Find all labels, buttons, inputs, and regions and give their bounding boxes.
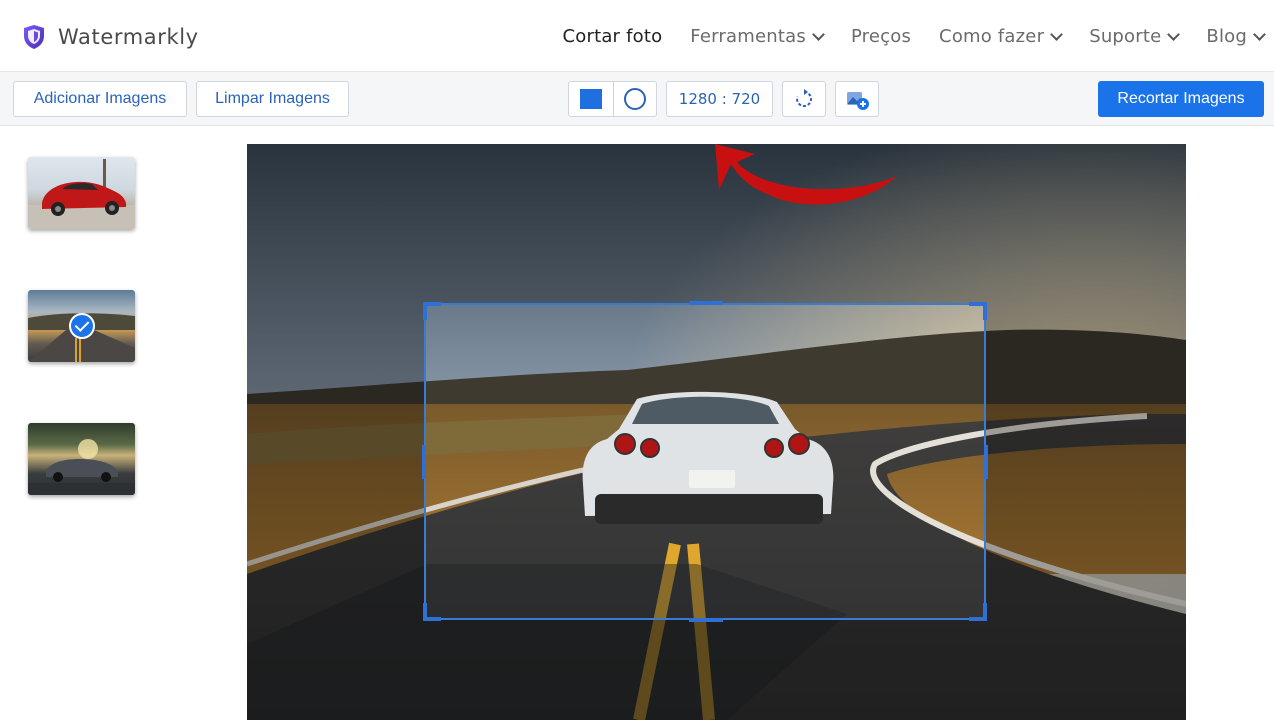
chevron-down-icon [1167,27,1181,41]
nav-item-blog[interactable]: Blog [1206,26,1266,47]
top-header: Watermarkly Cortar foto Ferramentas Preç… [0,0,1274,72]
nav-label: Cortar foto [562,26,663,47]
thumbnail-2[interactable] [28,290,135,362]
nav-item-precos[interactable]: Preços [851,26,911,47]
nav-label: Ferramentas [690,26,806,47]
nav-item-como-fazer[interactable]: Como fazer [939,26,1064,47]
crop-handle-bottom-left-v[interactable] [423,603,427,621]
crop-handle-top-right-v[interactable] [983,302,987,320]
circle-shape-button[interactable] [612,82,657,116]
crop-handle-top[interactable] [689,301,723,305]
crop-selection-box[interactable] [422,301,988,622]
crop-handle-left[interactable] [422,445,426,479]
chevron-down-icon [1253,27,1266,41]
crop-handle-top-left-v[interactable] [423,302,427,320]
thumbnail-3[interactable] [28,423,135,495]
circle-icon [623,88,646,110]
main-nav: Cortar foto Ferramentas Preços Como faze… [534,26,1266,47]
nav-label: Suporte [1089,26,1162,47]
shield-logo-icon [24,25,44,49]
chevron-down-icon [812,27,825,41]
nav-item-suporte[interactable]: Suporte [1089,26,1181,47]
aspect-ratio-button[interactable]: 1280 : 720 [666,81,773,117]
rotate-icon [796,89,813,107]
logo[interactable]: Watermarkly [22,24,199,50]
dark-car-image [28,439,135,495]
clear-images-button[interactable]: Limpar Imagens [196,81,349,117]
nav-label: Blog [1206,26,1247,47]
selected-check-icon [69,313,95,339]
thumbnail-1[interactable] [28,157,135,229]
chevron-down-icon [1050,27,1064,41]
rotate-button[interactable] [782,81,826,117]
nav-item-cortar-foto[interactable]: Cortar foto [562,26,662,47]
nav-label: Como fazer [939,26,1045,47]
crop-handle-bottom[interactable] [689,618,723,622]
crop-handle-bottom-right-v[interactable] [983,603,987,621]
red-car-image [28,159,135,229]
crop-images-button[interactable]: Recortar Imagens [1098,81,1264,117]
crop-handle-right[interactable] [984,445,988,479]
add-images-button[interactable]: Adicionar Imagens [13,81,187,117]
rectangle-shape-button[interactable] [569,82,613,116]
add-image-button[interactable] [835,81,879,117]
square-icon [579,89,602,109]
add-image-icon [847,92,869,110]
nav-item-ferramentas[interactable]: Ferramentas [690,26,825,47]
nav-label: Preços [850,26,912,47]
crop-shape-selector [568,81,657,117]
logo-text: Watermarkly [58,25,199,49]
